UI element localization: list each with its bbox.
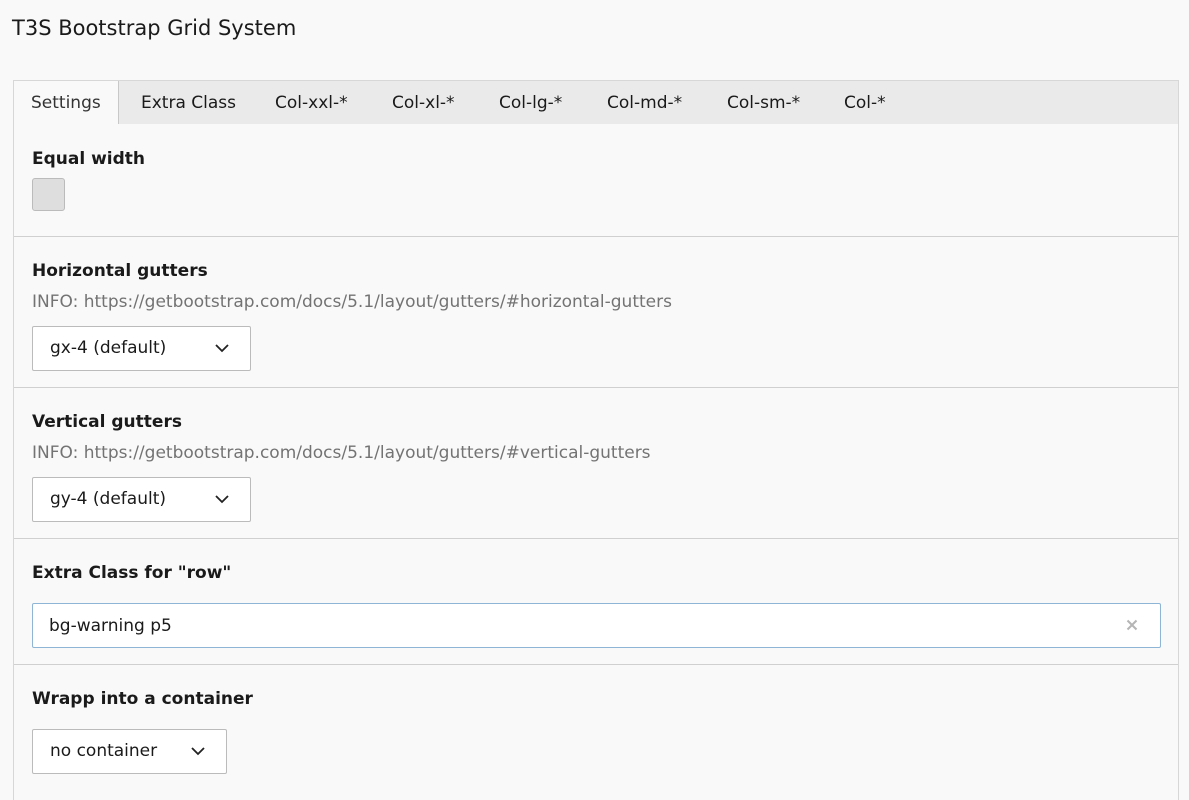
container-label: Wrapp into a container (32, 689, 253, 709)
horizontal-gutters-info: INFO: https://getbootstrap.com/docs/5.1/… (32, 292, 672, 312)
equal-width-checkbox[interactable] (32, 178, 65, 211)
extra-class-row-label: Extra Class for "row" (32, 563, 232, 583)
vertical-gutters-select[interactable]: gy-4 (default) (32, 477, 251, 522)
section-container: Wrapp into a container no container (14, 665, 1178, 800)
section-horizontal-gutters: Horizontal gutters INFO: https://getboot… (14, 237, 1178, 388)
section-extra-class-row: Extra Class for "row" (14, 539, 1178, 665)
chevron-down-icon (215, 495, 229, 504)
chevron-down-icon (191, 747, 205, 756)
tab-col-xl[interactable]: Col-xl-* (392, 81, 455, 125)
tab-col-md[interactable]: Col-md-* (607, 81, 682, 125)
tab-col[interactable]: Col-* (844, 81, 886, 125)
extra-class-row-field (32, 603, 1161, 648)
close-icon[interactable] (1124, 617, 1140, 633)
tab-bar: Settings Extra Class Col-xxl-* Col-xl-* … (13, 80, 1179, 126)
container-value: no container (50, 741, 158, 761)
vertical-gutters-value: gy-4 (default) (50, 489, 166, 509)
horizontal-gutters-label: Horizontal gutters (32, 261, 208, 281)
tab-settings[interactable]: Settings (14, 81, 119, 126)
vertical-gutters-label: Vertical gutters (32, 412, 182, 432)
vertical-gutters-info: INFO: https://getbootstrap.com/docs/5.1/… (32, 443, 651, 463)
tab-col-xxl[interactable]: Col-xxl-* (275, 81, 348, 125)
tab-col-sm[interactable]: Col-sm-* (727, 81, 800, 125)
section-equal-width: Equal width (14, 124, 1178, 237)
extra-class-row-input[interactable] (49, 604, 1109, 647)
tab-extra-class[interactable]: Extra Class (141, 81, 236, 125)
tab-col-lg[interactable]: Col-lg-* (499, 81, 562, 125)
chevron-down-icon (215, 344, 229, 353)
settings-panel: Equal width Horizontal gutters INFO: htt… (13, 124, 1179, 800)
horizontal-gutters-value: gx-4 (default) (50, 338, 167, 358)
container-select[interactable]: no container (32, 729, 227, 774)
page-title: T3S Bootstrap Grid System (12, 16, 297, 40)
horizontal-gutters-select[interactable]: gx-4 (default) (32, 326, 251, 371)
section-vertical-gutters: Vertical gutters INFO: https://getbootst… (14, 388, 1178, 539)
equal-width-label: Equal width (32, 149, 146, 169)
